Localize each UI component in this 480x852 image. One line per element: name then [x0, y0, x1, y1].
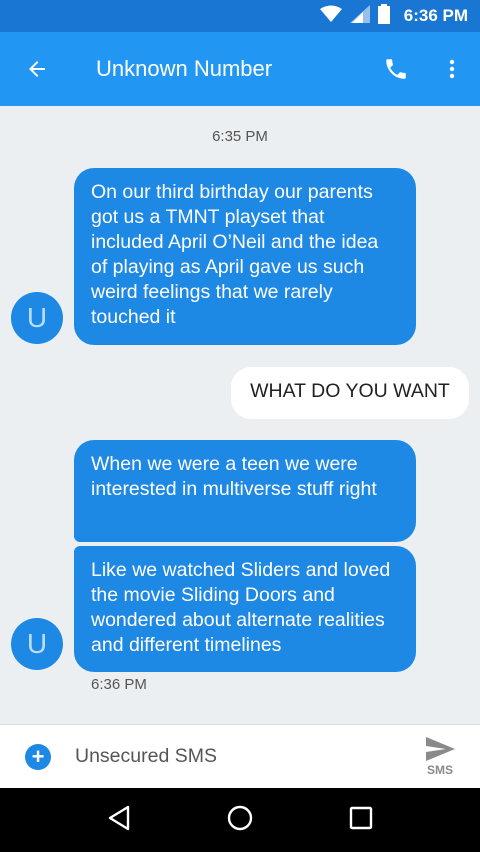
battery-icon [377, 3, 390, 29]
message-timestamp: 6:36 PM [91, 676, 147, 693]
conversation-title: Unknown Number [96, 56, 273, 81]
call-button[interactable] [368, 32, 424, 106]
compose-bar: + Unsecured SMS SMS [0, 724, 480, 788]
message-bubble-incoming[interactable]: On our third birthday our parents got us… [74, 168, 416, 345]
app-bar: Unknown Number [0, 32, 480, 106]
avatar[interactable]: U [11, 618, 63, 670]
send-button[interactable]: SMS [410, 736, 470, 777]
more-options-button[interactable] [424, 32, 480, 106]
nav-back-button[interactable] [107, 805, 131, 836]
status-time: 6:36 PM [403, 6, 468, 25]
signal-icon [349, 4, 370, 28]
send-icon [426, 736, 455, 761]
message-timestamp: 6:35 PM [212, 128, 268, 145]
wifi-icon [319, 5, 342, 28]
square-recents-icon [349, 806, 372, 829]
more-vert-icon [449, 59, 455, 79]
system-nav-bar [0, 788, 480, 852]
plus-icon: + [31, 743, 45, 769]
back-button[interactable] [0, 32, 74, 106]
conversation-area[interactable]: 6:35 PM On our third birthday our parent… [0, 106, 480, 724]
nav-recents-button[interactable] [349, 806, 373, 835]
phone-icon [386, 59, 406, 79]
triangle-back-icon [109, 805, 130, 830]
nav-home-button[interactable] [226, 804, 254, 837]
message-bubble-outgoing[interactable]: WHAT DO YOU WANT [231, 367, 469, 419]
message-bubble-incoming[interactable]: Like we watched Sliders and loved the mo… [74, 546, 416, 672]
message-bubble-incoming[interactable]: When we were a teen we were interested i… [74, 440, 416, 542]
status-bar: 6:36 PM [0, 0, 480, 32]
back-arrow-icon [29, 61, 45, 77]
add-attachment-button[interactable]: + [25, 743, 51, 770]
send-label: SMS [426, 762, 453, 777]
message-input[interactable]: Unsecured SMS [75, 745, 410, 768]
circle-home-icon [227, 805, 253, 830]
avatar[interactable]: U [11, 292, 63, 344]
